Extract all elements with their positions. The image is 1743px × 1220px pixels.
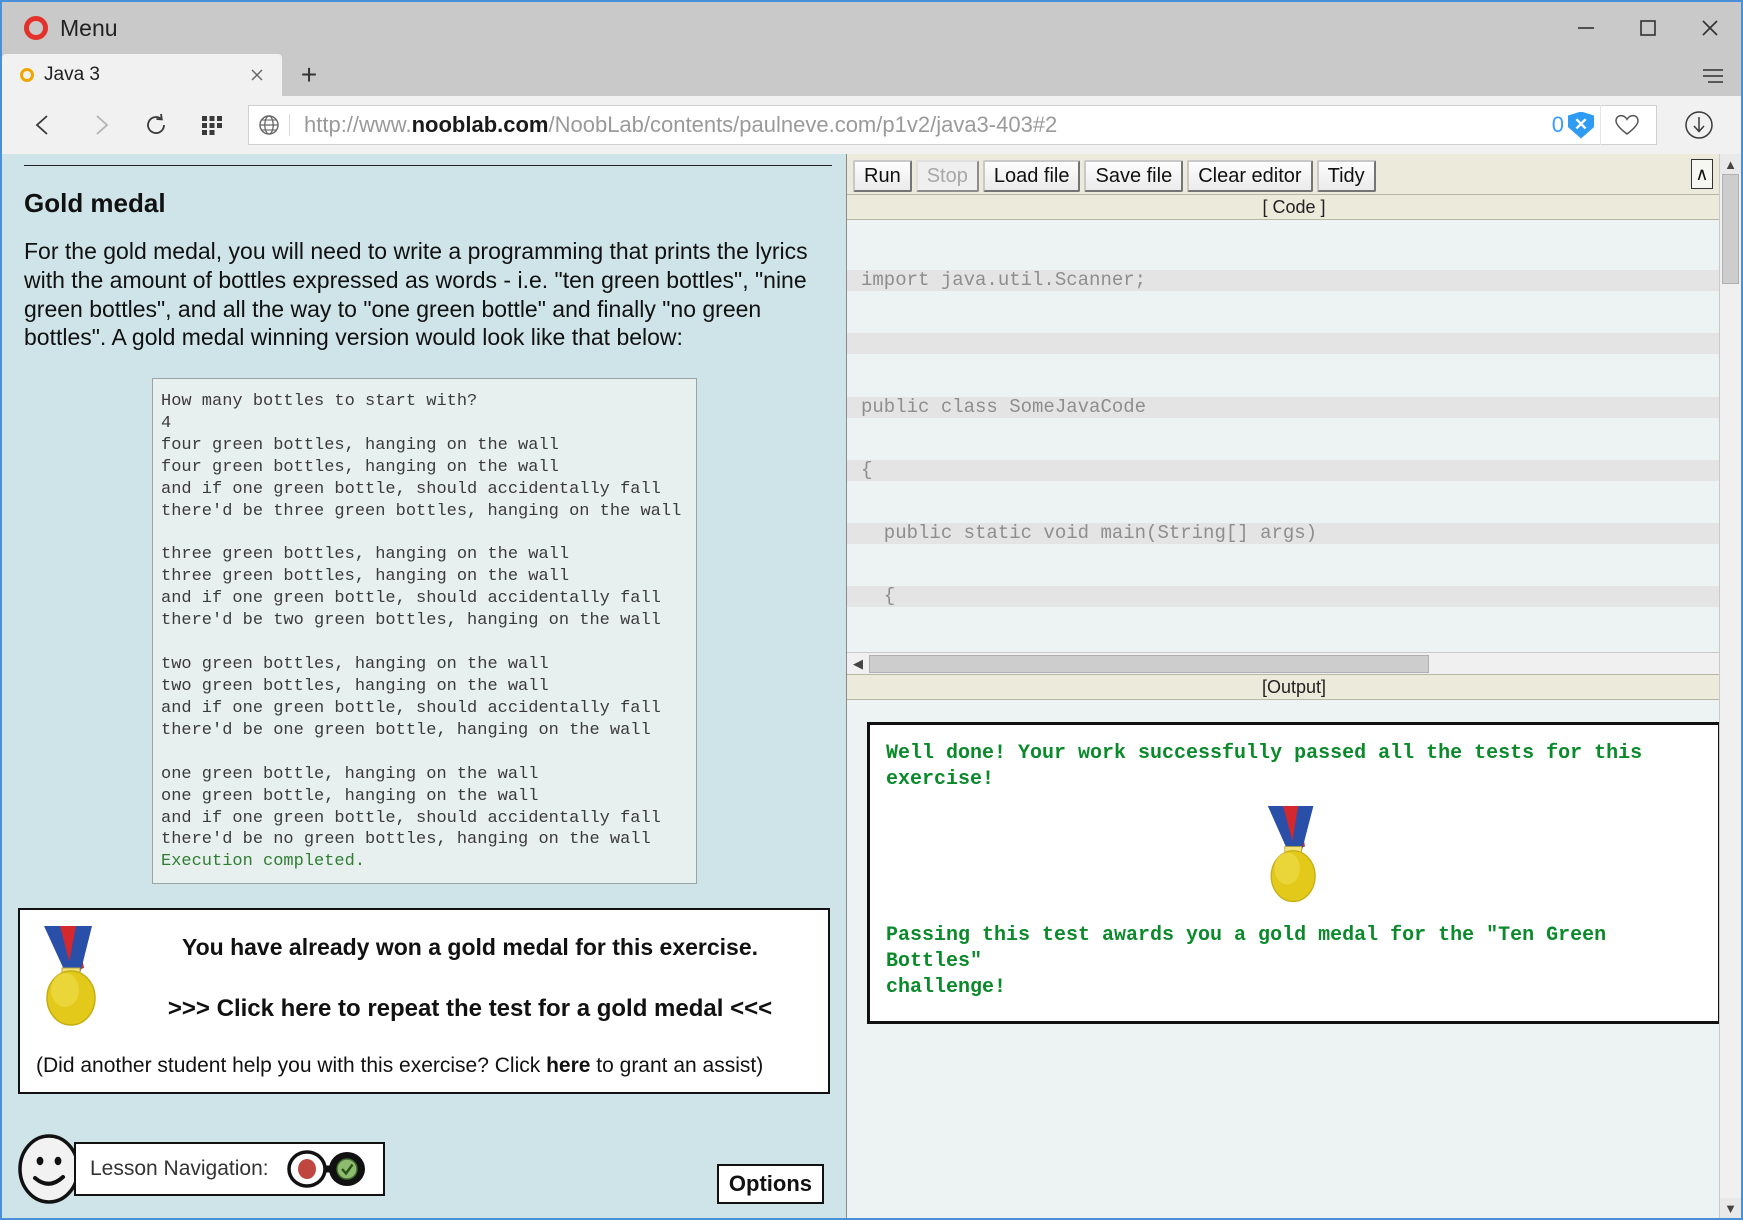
download-icon[interactable] bbox=[1671, 103, 1727, 147]
tab-title: Java 3 bbox=[44, 64, 100, 85]
readonly-line: { bbox=[847, 459, 1741, 481]
url-path: /NoobLab/contents/paulneve.com/p1v2/java… bbox=[548, 112, 1058, 137]
save-file-button[interactable]: Save file bbox=[1084, 160, 1184, 192]
scroll-left-icon[interactable]: ◀ bbox=[847, 656, 869, 672]
lesson-navigation-strip: Lesson Navigation: bbox=[16, 1132, 385, 1206]
opera-logo-icon bbox=[24, 16, 48, 40]
smiley-face-icon[interactable] bbox=[16, 1132, 82, 1206]
title-bar: Menu bbox=[2, 2, 1741, 54]
clear-editor-button[interactable]: Clear editor bbox=[1187, 160, 1313, 192]
lesson-navigation-box: Lesson Navigation: bbox=[74, 1142, 385, 1196]
browser-window: Menu Java 3 + http://www.nooblab.com/Noo… bbox=[0, 0, 1743, 1220]
gold-medal-icon bbox=[886, 803, 1702, 907]
gold-medal-icon bbox=[36, 924, 114, 1028]
reload-icon[interactable] bbox=[128, 103, 184, 147]
lesson-intro-text: For the gold medal, you will need to wri… bbox=[24, 238, 808, 351]
code-editor[interactable]: import java.util.Scanner; public class S… bbox=[847, 220, 1741, 652]
readonly-line: import java.util.Scanner; bbox=[847, 270, 1741, 292]
back-arrow-icon[interactable] bbox=[16, 103, 72, 147]
readonly-line bbox=[847, 333, 1741, 355]
scroll-track[interactable] bbox=[869, 654, 1719, 673]
lesson-body: Gold medal For the gold medal, you will … bbox=[2, 188, 846, 352]
sample-output-block: How many bottles to start with? 4 four g… bbox=[152, 378, 697, 885]
output-panel: Well done! Your work successfully passed… bbox=[847, 700, 1741, 1218]
stop-button: Stop bbox=[915, 160, 979, 192]
globe-icon bbox=[249, 106, 289, 144]
ide-pane: Run Stop Load file Save file Clear edito… bbox=[847, 154, 1741, 1218]
readonly-line: { bbox=[847, 586, 1741, 608]
assist-text-pre: (Did another student help you with this … bbox=[36, 1054, 547, 1078]
scroll-up-icon[interactable]: ▲ bbox=[1720, 154, 1741, 174]
new-tab-button[interactable]: + bbox=[282, 54, 336, 96]
minimize-icon[interactable] bbox=[1555, 2, 1617, 54]
readonly-line: public class SomeJavaCode bbox=[847, 396, 1741, 418]
gold-medal-panel: You have already won a gold medal for th… bbox=[18, 908, 830, 1095]
code-editor-content[interactable]: import java.util.Scanner; public class S… bbox=[847, 220, 1741, 652]
result-box: Well done! Your work successfully passed… bbox=[867, 722, 1721, 1024]
speed-dial-icon[interactable] bbox=[184, 103, 240, 147]
address-bar[interactable]: http://www.nooblab.com/NoobLab/contents/… bbox=[248, 105, 1657, 145]
ide-toolbar: Run Stop Load file Save file Clear edito… bbox=[847, 154, 1741, 194]
result-award-text: Passing this test awards you a gold meda… bbox=[886, 924, 1607, 999]
editor-horizontal-scrollbar[interactable]: ◀ ▶ bbox=[847, 652, 1741, 674]
repeat-test-link[interactable]: >>> Click here to repeat the test for a … bbox=[128, 995, 812, 1023]
blocked-count: 0 bbox=[1551, 112, 1564, 137]
window-controls bbox=[1555, 2, 1741, 54]
maximize-icon[interactable] bbox=[1617, 2, 1679, 54]
lesson-navigation-label: Lesson Navigation: bbox=[90, 1157, 269, 1180]
page-viewport: Gold medal For the gold medal, you will … bbox=[2, 154, 1741, 1218]
medal-status-text: You have already won a gold medal for th… bbox=[181, 934, 759, 961]
heart-icon[interactable] bbox=[1600, 105, 1652, 145]
code-panel-caption: [ Code ] bbox=[847, 194, 1741, 220]
page-title: Gold medal bbox=[24, 188, 166, 218]
url-host: nooblab.com bbox=[411, 112, 549, 137]
close-icon[interactable] bbox=[1679, 2, 1741, 54]
assist-link[interactable]: here bbox=[546, 1054, 590, 1077]
output-panel-caption: [Output] bbox=[847, 674, 1741, 700]
url-prefix: http://www. bbox=[304, 112, 412, 137]
sample-output-status: Execution completed. bbox=[161, 852, 366, 872]
tidy-button[interactable]: Tidy bbox=[1316, 160, 1376, 192]
menu-button[interactable]: Menu bbox=[60, 15, 118, 42]
scroll-down-icon[interactable]: ▼ bbox=[1720, 1198, 1741, 1218]
sidebar-menu-icon[interactable] bbox=[1699, 62, 1727, 90]
assist-text-post: to grant an assist) bbox=[590, 1054, 764, 1078]
tab-java-3[interactable]: Java 3 bbox=[2, 54, 282, 96]
result-success-text: Well done! Your work successfully passed… bbox=[886, 742, 1655, 791]
tab-close-icon[interactable] bbox=[244, 62, 270, 88]
options-button[interactable]: Options bbox=[716, 1164, 824, 1204]
forward-arrow-icon[interactable] bbox=[72, 103, 128, 147]
readonly-line: public static void main(String[] args) bbox=[847, 523, 1741, 545]
assist-text: (Did another student help you with this … bbox=[36, 1054, 812, 1078]
lesson-pane: Gold medal For the gold medal, you will … bbox=[2, 154, 847, 1218]
scroll-thumb[interactable] bbox=[1722, 174, 1739, 284]
load-file-button[interactable]: Load file bbox=[982, 160, 1081, 192]
tab-strip: Java 3 + bbox=[2, 54, 1741, 96]
url-text[interactable]: http://www.nooblab.com/NoobLab/contents/… bbox=[290, 112, 1548, 138]
opera-favicon-icon bbox=[20, 68, 34, 82]
shield-block-icon[interactable]: ✕ bbox=[1568, 111, 1594, 139]
navigation-bar: http://www.nooblab.com/NoobLab/contents/… bbox=[2, 96, 1741, 154]
lesson-navigation-control[interactable] bbox=[281, 1150, 373, 1188]
run-button[interactable]: Run bbox=[853, 160, 912, 192]
sample-output-text: How many bottles to start with? 4 four g… bbox=[161, 392, 682, 850]
ide-vertical-scrollbar[interactable]: ▲ ▼ bbox=[1719, 154, 1741, 1218]
collapse-chevron-up-icon[interactable]: ∧ bbox=[1691, 159, 1713, 189]
previous-section-divider bbox=[24, 154, 832, 166]
scroll-thumb[interactable] bbox=[869, 654, 1429, 673]
